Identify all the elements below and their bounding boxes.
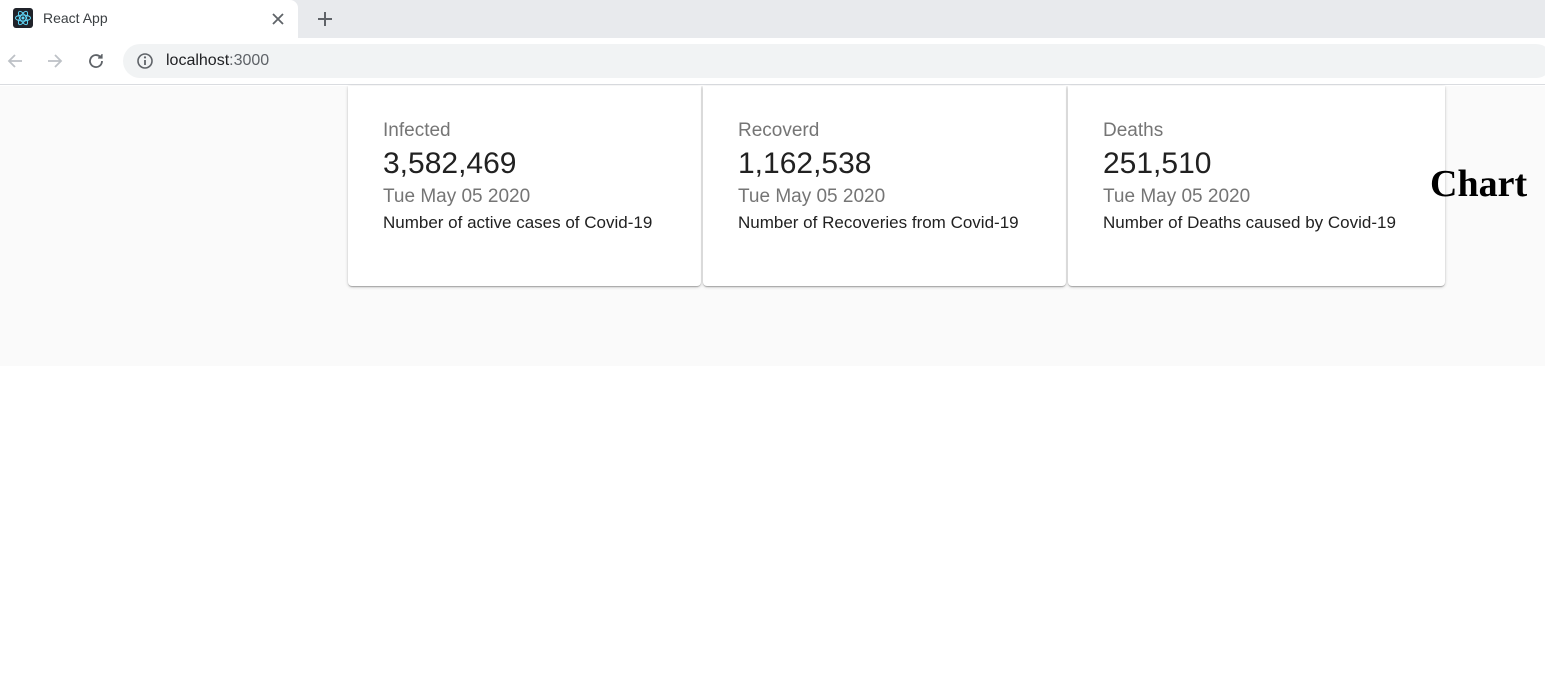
close-icon[interactable] [268, 9, 288, 29]
card-label: Deaths [1103, 120, 1164, 141]
card-label: Infected [383, 120, 451, 141]
card-date: Tue May 05 2020 [383, 186, 531, 207]
card-description: Number of Recoveries from Covid-19 [738, 213, 1019, 232]
address-bar[interactable]: localhost:3000 [123, 44, 1545, 78]
cards-grid: Infected 3,582,469 Tue May 05 2020 Numbe… [348, 86, 1447, 286]
card-content: Recoverd 1,162,538 Tue May 05 2020 Numbe… [738, 119, 1019, 234]
card-value: 1,162,538 [738, 147, 872, 180]
tab-strip: React App [0, 0, 1545, 38]
card-value: 251,510 [1103, 147, 1212, 180]
browser-tab[interactable]: React App [0, 0, 298, 38]
card-content: Deaths 251,510 Tue May 05 2020 Number of… [1103, 119, 1396, 234]
recovered-card: Recoverd 1,162,538 Tue May 05 2020 Numbe… [703, 86, 1066, 286]
reload-icon[interactable] [84, 49, 108, 73]
card-label: Recoverd [738, 120, 820, 141]
browser-toolbar: localhost:3000 [0, 38, 1545, 85]
info-icon[interactable] [136, 52, 154, 70]
chart-heading: Chart [1430, 163, 1528, 205]
back-arrow-icon[interactable] [3, 49, 27, 73]
new-tab-icon[interactable] [313, 7, 337, 31]
card-value: 3,582,469 [383, 147, 517, 180]
infected-card: Infected 3,582,469 Tue May 05 2020 Numbe… [348, 86, 701, 286]
card-description: Number of active cases of Covid-19 [383, 213, 653, 232]
tab-title: React App [43, 10, 108, 26]
url-text: localhost:3000 [166, 52, 269, 70]
card-content: Infected 3,582,469 Tue May 05 2020 Numbe… [383, 119, 652, 234]
card-description: Number of Deaths caused by Covid-19 [1103, 213, 1396, 232]
page-content: Infected 3,582,469 Tue May 05 2020 Numbe… [0, 86, 1545, 366]
card-date: Tue May 05 2020 [738, 186, 886, 207]
react-logo-icon [13, 8, 33, 28]
url-host: localhost [166, 52, 230, 69]
deaths-card: Deaths 251,510 Tue May 05 2020 Number of… [1068, 86, 1445, 286]
card-date: Tue May 05 2020 [1103, 186, 1251, 207]
url-port: :3000 [229, 52, 270, 69]
forward-arrow-icon[interactable] [43, 49, 67, 73]
